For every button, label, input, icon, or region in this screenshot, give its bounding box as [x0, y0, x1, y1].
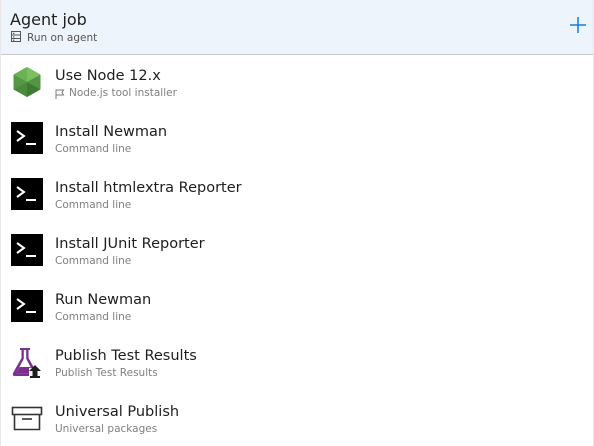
server-icon: [11, 31, 21, 45]
task-subtitle: Command line: [55, 199, 132, 211]
task-subtitle: Command line: [55, 143, 132, 155]
task-universal-publish[interactable]: Universal Publish Universal packages: [1, 392, 593, 446]
task-subtitle-text: Node.js tool installer: [69, 87, 177, 99]
task-run-newman[interactable]: Run Newman Command line: [1, 280, 593, 336]
task-subtitle: Command line: [55, 311, 132, 323]
command-line-icon: [11, 178, 43, 210]
task-publish-test-results[interactable]: Publish Test Results Publish Test Result…: [1, 336, 593, 392]
plus-icon: [570, 17, 586, 33]
task-use-node[interactable]: Use Node 12.x Node.js tool installer: [1, 56, 593, 112]
command-line-icon: [11, 290, 43, 322]
archive-box-icon: [11, 402, 43, 434]
task-title: Install JUnit Reporter: [55, 236, 205, 252]
task-title: Install htmlextra Reporter: [55, 180, 242, 196]
flag-icon: [55, 89, 65, 99]
task-subtitle: Publish Test Results: [55, 367, 158, 379]
add-task-button[interactable]: [569, 16, 587, 34]
task-subtitle: Node.js tool installer: [55, 87, 177, 100]
nodejs-icon: [11, 66, 43, 98]
task-title: Run Newman: [55, 292, 152, 308]
agent-job-subtitle-text: Run on agent: [27, 32, 98, 44]
task-install-junit[interactable]: Install JUnit Reporter Command line: [1, 224, 593, 280]
task-title: Use Node 12.x: [55, 68, 161, 84]
agent-job-title: Agent job: [10, 10, 87, 29]
task-title: Publish Test Results: [55, 348, 197, 364]
task-subtitle: Universal packages: [55, 423, 158, 435]
pipeline-tasks-panel: Agent job Run on agent Use Node 12.x Nod…: [0, 0, 594, 446]
agent-job-header[interactable]: Agent job Run on agent: [1, 0, 593, 55]
task-title: Universal Publish: [55, 404, 180, 420]
task-title: Install Newman: [55, 124, 168, 140]
agent-job-subtitle: Run on agent: [11, 31, 98, 45]
task-subtitle: Command line: [55, 255, 132, 267]
command-line-icon: [11, 234, 43, 266]
command-line-icon: [11, 122, 43, 154]
flask-upload-icon: [11, 346, 43, 378]
task-install-htmlextra[interactable]: Install htmlextra Reporter Command line: [1, 168, 593, 224]
task-install-newman[interactable]: Install Newman Command line: [1, 112, 593, 168]
